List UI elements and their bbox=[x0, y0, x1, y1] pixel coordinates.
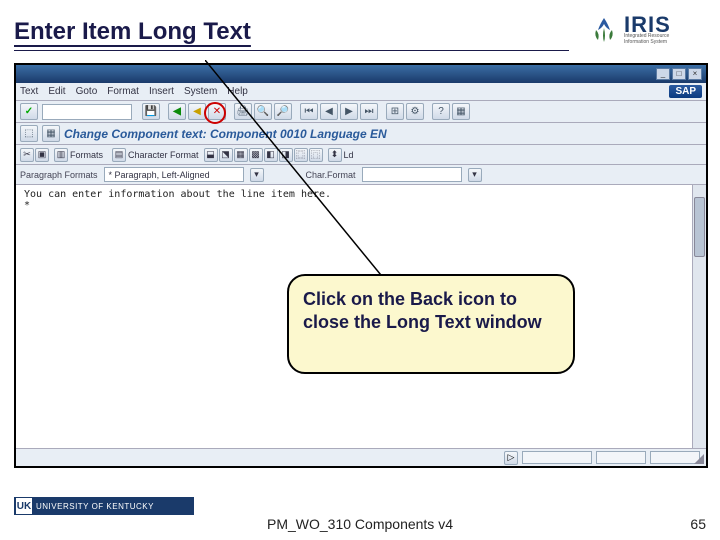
status-box-2 bbox=[596, 451, 646, 464]
screen-title-bar: ⬚ ▦ Change Component text: Component 001… bbox=[16, 123, 706, 145]
char-format-label[interactable]: Character Format bbox=[128, 150, 199, 160]
menu-insert[interactable]: Insert bbox=[149, 86, 174, 97]
tool-icon-d[interactable]: ▩ bbox=[249, 148, 263, 162]
tool-icon-b[interactable]: ⬔ bbox=[219, 148, 233, 162]
screen-subtitle: Change Component text: Component 0010 La… bbox=[64, 127, 387, 141]
cancel-button[interactable]: ✕ bbox=[208, 103, 226, 120]
tool-icon-e[interactable]: ◧ bbox=[264, 148, 278, 162]
uk-badge: UK bbox=[16, 498, 32, 514]
menu-format[interactable]: Format bbox=[107, 86, 139, 97]
command-field[interactable] bbox=[42, 104, 132, 120]
print-button[interactable]: 🖨 bbox=[234, 103, 252, 120]
back-button[interactable]: ◀ bbox=[168, 103, 186, 120]
char-format-icon[interactable]: ▤ bbox=[112, 148, 126, 162]
window-titlebar: _ □ × bbox=[16, 65, 706, 83]
paragraph-format-label: Paragraph Formats bbox=[20, 170, 98, 180]
cut-icon[interactable]: ✂ bbox=[20, 148, 34, 162]
paragraph-format-value[interactable]: * Paragraph, Left-Aligned bbox=[104, 167, 244, 182]
load-label[interactable]: Ld bbox=[344, 150, 354, 160]
minimize-button[interactable]: _ bbox=[656, 68, 670, 80]
uk-name: UNIVERSITY OF KENTUCKY bbox=[36, 502, 154, 511]
menu-edit[interactable]: Edit bbox=[48, 86, 65, 97]
iris-tagline-2: Information System bbox=[624, 40, 671, 46]
tool-icon-h[interactable]: ⿵ bbox=[309, 148, 323, 162]
title-underline bbox=[14, 50, 569, 51]
prev-page-button[interactable]: ◀ bbox=[320, 103, 338, 120]
close-button[interactable]: × bbox=[688, 68, 702, 80]
iris-logo: IRIS Integrated Resource Information Sys… bbox=[588, 10, 706, 50]
standard-toolbar: ✓ 💾 ◀ ◀ ✕ 🖨 🔍 🔎 ⏮ ◀ ▶ ⏭ ⊞ ⚙ ? ▦ bbox=[16, 101, 706, 123]
menu-system[interactable]: System bbox=[184, 86, 217, 97]
maximize-button[interactable]: □ bbox=[672, 68, 686, 80]
last-page-button[interactable]: ⏭ bbox=[360, 103, 378, 120]
resize-grip-icon[interactable] bbox=[694, 454, 704, 464]
find-next-button[interactable]: 🔎 bbox=[274, 103, 292, 120]
status-box-1 bbox=[522, 451, 592, 464]
tool-icon-g[interactable]: ⿴ bbox=[294, 148, 308, 162]
slide-title: Enter Item Long Text bbox=[14, 18, 251, 46]
load-icon[interactable]: ⬍ bbox=[328, 148, 342, 162]
footer-text: PM_WO_310 Components v4 bbox=[267, 516, 453, 532]
next-page-button[interactable]: ▶ bbox=[340, 103, 358, 120]
subtitle-icon-2[interactable]: ▦ bbox=[42, 125, 60, 142]
find-button[interactable]: 🔍 bbox=[254, 103, 272, 120]
tool-icon-f[interactable]: ◨ bbox=[279, 148, 293, 162]
instruction-callout: Click on the Back icon to close the Long… bbox=[287, 274, 575, 374]
paragraph-dropdown-icon[interactable]: ▾ bbox=[250, 168, 264, 182]
char-format-value[interactable] bbox=[362, 167, 462, 182]
formats-icon[interactable]: ▥ bbox=[54, 148, 68, 162]
status-box-3 bbox=[650, 451, 700, 464]
back-icon: ◀ bbox=[173, 106, 181, 117]
vertical-scrollbar[interactable] bbox=[692, 185, 706, 465]
char-dropdown-icon[interactable]: ▾ bbox=[468, 168, 482, 182]
callout-text: Click on the Back icon to close the Long… bbox=[303, 289, 542, 332]
iris-flower-icon bbox=[588, 14, 620, 46]
menu-goto[interactable]: Goto bbox=[76, 86, 98, 97]
char-format-field-label: Char.Format bbox=[306, 170, 356, 180]
save-button[interactable]: 💾 bbox=[142, 103, 160, 120]
editor-line-2: * bbox=[24, 200, 698, 211]
status-nav-icon[interactable]: ▷ bbox=[504, 451, 518, 465]
sap-logo: SAP bbox=[669, 85, 702, 98]
help-button[interactable]: ? bbox=[432, 103, 450, 120]
format-field-row: Paragraph Formats * Paragraph, Left-Alig… bbox=[16, 165, 706, 185]
exit-button[interactable]: ◀ bbox=[188, 103, 206, 120]
subtitle-icon-1[interactable]: ⬚ bbox=[20, 125, 38, 142]
uk-logo: UK UNIVERSITY OF KENTUCKY bbox=[14, 497, 194, 515]
page-number: 65 bbox=[690, 516, 706, 532]
enter-button[interactable]: ✓ bbox=[20, 103, 38, 120]
status-bar: ▷ bbox=[16, 448, 706, 466]
formats-label[interactable]: Formats bbox=[70, 150, 103, 160]
create-session-button[interactable]: ⊞ bbox=[386, 103, 404, 120]
first-page-button[interactable]: ⏮ bbox=[300, 103, 318, 120]
layout-button[interactable]: ▦ bbox=[452, 103, 470, 120]
menubar: Text Edit Goto Format Insert System Help… bbox=[16, 83, 706, 101]
menu-text[interactable]: Text bbox=[20, 86, 38, 97]
copy-icon[interactable]: ▣ bbox=[35, 148, 49, 162]
iris-logo-text: IRIS bbox=[624, 15, 671, 35]
tool-icon-c[interactable]: ▦ bbox=[234, 148, 248, 162]
shortcut-button[interactable]: ⚙ bbox=[406, 103, 424, 120]
app-toolbar: ✂ ▣ ▥Formats ▤Character Format ⬓ ⬔ ▦ ▩ ◧… bbox=[16, 145, 706, 165]
menu-help[interactable]: Help bbox=[227, 86, 248, 97]
tool-icon-a[interactable]: ⬓ bbox=[204, 148, 218, 162]
scrollbar-thumb[interactable] bbox=[694, 197, 705, 257]
editor-line-1: You can enter information about the line… bbox=[24, 189, 698, 200]
sap-window: _ □ × Text Edit Goto Format Insert Syste… bbox=[14, 63, 708, 468]
